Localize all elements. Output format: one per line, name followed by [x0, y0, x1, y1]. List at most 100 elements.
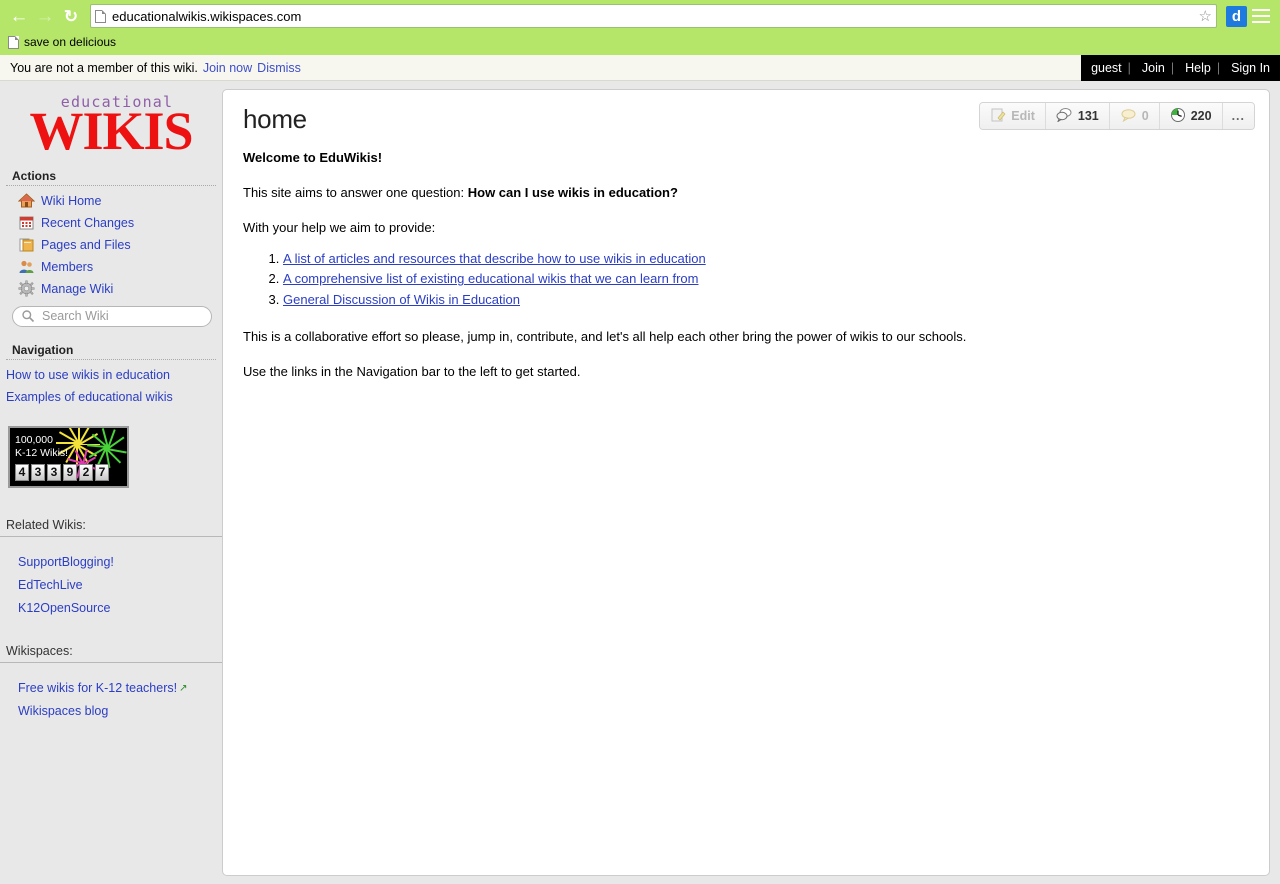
url-bar[interactable]: educationalwikis.wikispaces.com ☆ — [90, 4, 1217, 28]
counter-digit: 3 — [47, 463, 61, 481]
nav-item-examples[interactable]: Examples of educational wikis — [0, 386, 222, 408]
actions-heading: Actions — [6, 165, 216, 186]
navigation-section: Navigation How to use wikis in education… — [0, 339, 222, 408]
related-wikis-title: Related Wikis: — [6, 517, 86, 532]
discussion-count: 131 — [1077, 109, 1099, 123]
reload-icon[interactable]: ↻ — [58, 4, 84, 28]
sidebar-item-members[interactable]: Members — [0, 256, 222, 278]
counter-digit: 2 — [79, 463, 93, 481]
bookmark-save-on-delicious[interactable]: save on delicious — [8, 35, 116, 49]
counter-caption-line2: K-12 Wikis! — [15, 446, 69, 459]
counter-caption: 100,000 K-12 Wikis! — [15, 434, 68, 460]
more-actions-button[interactable]: ... — [1222, 103, 1254, 129]
counter-digit: 7 — [95, 463, 109, 481]
history-button[interactable]: 220 — [1159, 103, 1223, 129]
edit-button[interactable]: Edit — [980, 103, 1046, 129]
join-now-link[interactable]: Join now — [203, 61, 252, 75]
forward-arrow-icon[interactable]: → — [32, 4, 58, 28]
page-action-bar: Edit 131 0 220 ... — [979, 102, 1255, 130]
intro-question: How can I use wikis in education? — [467, 184, 678, 200]
sidebar-item-label: Pages and Files — [41, 237, 131, 252]
account-username: guest — [1091, 61, 1122, 75]
account-separator-2: | — [1170, 61, 1175, 75]
search-wiki-box[interactable] — [12, 305, 212, 327]
sidebar-item-manage-wiki[interactable]: Manage Wiki — [0, 278, 222, 300]
dismiss-link[interactable]: Dismiss — [257, 61, 301, 75]
page-body: educational WIKIS Actions Wiki Home Rece… — [0, 81, 1280, 884]
content-header: home Edit 131 0 220 ... — [237, 102, 1255, 135]
intro-prefix: This site aims to answer one question: — [243, 184, 468, 200]
navigation-heading: Navigation — [6, 339, 216, 360]
edit-button-label: Edit — [1011, 109, 1035, 123]
history-clock-icon — [1170, 107, 1186, 126]
edit-pencil-icon — [990, 107, 1006, 126]
comments-button[interactable]: 0 — [1109, 103, 1160, 129]
history-count: 220 — [1190, 109, 1212, 123]
counter-digit: 4 — [15, 463, 29, 481]
navigation-hint-paragraph: Use the links in the Navigation bar to t… — [243, 363, 581, 379]
list-item: General Discussion of Wikis in Education — [283, 291, 1249, 310]
wikispaces-link-label: Free wikis for K-12 teachers! — [18, 680, 178, 695]
sidebar-item-label: Members — [41, 259, 94, 274]
page-document-icon — [95, 9, 106, 23]
search-input[interactable] — [40, 308, 203, 325]
account-bar: guest | Join | Help | Sign In — [1081, 55, 1280, 81]
star-icon[interactable]: ☆ — [1193, 7, 1212, 25]
welcome-heading-text: Welcome to EduWikis! — [243, 150, 383, 165]
list-item-link-2[interactable]: A comprehensive list of existing educati… — [283, 271, 698, 286]
account-join-link[interactable]: Join — [1142, 61, 1165, 75]
comment-bubble-icon — [1120, 108, 1137, 125]
wikispaces-title: Wikispaces: — [6, 643, 73, 658]
external-link-icon: ↗ — [179, 682, 188, 694]
sidebar: educational WIKIS Actions Wiki Home Rece… — [0, 81, 222, 884]
site-logo[interactable]: educational WIKIS — [0, 81, 222, 165]
hamburger-menu-icon[interactable] — [1252, 7, 1270, 25]
sidebar-item-label: Wiki Home — [41, 193, 102, 208]
related-wikis-section: Related Wikis: SupportBlogging! EdTechLi… — [0, 512, 222, 620]
sidebar-item-wiki-home[interactable]: Wiki Home — [0, 190, 222, 212]
wikispaces-section: Wikispaces: Free wikis for K-12 teachers… — [0, 638, 222, 723]
wikispaces-link-blog[interactable]: Wikispaces blog — [0, 700, 222, 723]
comments-count: 0 — [1141, 109, 1149, 123]
collaboration-paragraph: This is a collaborative effort so please… — [243, 329, 967, 345]
content-panel: home Edit 131 0 220 ... Welcome to EduWi… — [222, 89, 1270, 876]
account-separator-1: | — [1127, 61, 1131, 75]
logo-text-wikis: WIKIS — [29, 101, 193, 161]
related-link-supportblogging[interactable]: SupportBlogging! — [0, 551, 222, 574]
gear-icon — [18, 280, 35, 297]
account-help-link[interactable]: Help — [1185, 61, 1211, 75]
sidebar-item-recent-changes[interactable]: Recent Changes — [0, 212, 222, 234]
url-text: educationalwikis.wikispaces.com — [112, 8, 302, 24]
intro-paragraph: This site aims to answer one question: H… — [243, 184, 1249, 203]
list-item: A list of articles and resources that de… — [283, 250, 1249, 269]
list-item-link-1[interactable]: A list of articles and resources that de… — [283, 251, 706, 266]
page-body-text: Welcome to EduWikis! This site aims to a… — [237, 135, 1255, 382]
discussion-bubbles-icon — [1056, 107, 1073, 125]
welcome-heading: Welcome to EduWikis! — [243, 149, 1249, 168]
bookmarks-bar: save on delicious — [0, 29, 1280, 55]
counter-digits: 4 3 3 9 2 7 — [15, 463, 109, 481]
page-title: home — [243, 104, 307, 134]
content-column: home Edit 131 0 220 ... Welcome to EduWi… — [222, 81, 1280, 884]
account-signin-link[interactable]: Sign In — [1231, 61, 1270, 75]
related-divider — [0, 535, 222, 537]
wikispaces-divider — [0, 661, 222, 663]
ellipsis-icon: ... — [1231, 109, 1245, 123]
counter-digit: 9 — [63, 463, 77, 481]
search-icon — [21, 309, 35, 323]
discussion-button[interactable]: 131 — [1045, 103, 1110, 129]
list-item: A comprehensive list of existing educati… — [283, 270, 1249, 289]
delicious-extension-icon[interactable]: d — [1226, 5, 1247, 27]
related-link-k12opensource[interactable]: K12OpenSource — [0, 597, 222, 620]
bookmark-page-icon — [8, 35, 19, 49]
back-arrow-icon[interactable]: ← — [6, 4, 32, 28]
calendar-icon — [18, 214, 35, 231]
membership-notice-bar: You are not a member of this wiki. Join … — [0, 55, 1280, 81]
sidebar-item-pages-and-files[interactable]: Pages and Files — [0, 234, 222, 256]
k12-wikis-counter-widget[interactable]: 100,000 K-12 Wikis! 4 3 3 9 2 7 — [8, 425, 129, 488]
list-item-link-3[interactable]: General Discussion of Wikis in Education — [283, 292, 520, 307]
wikispaces-link-free-wikis[interactable]: Free wikis for K-12 teachers! ↗ — [0, 677, 222, 700]
related-link-edtechlive[interactable]: EdTechLive — [0, 574, 222, 597]
nav-item-how-to-use-wikis[interactable]: How to use wikis in education — [0, 364, 222, 386]
browser-chrome: ← → ↻ educationalwikis.wikispaces.com ☆ … — [0, 0, 1280, 55]
